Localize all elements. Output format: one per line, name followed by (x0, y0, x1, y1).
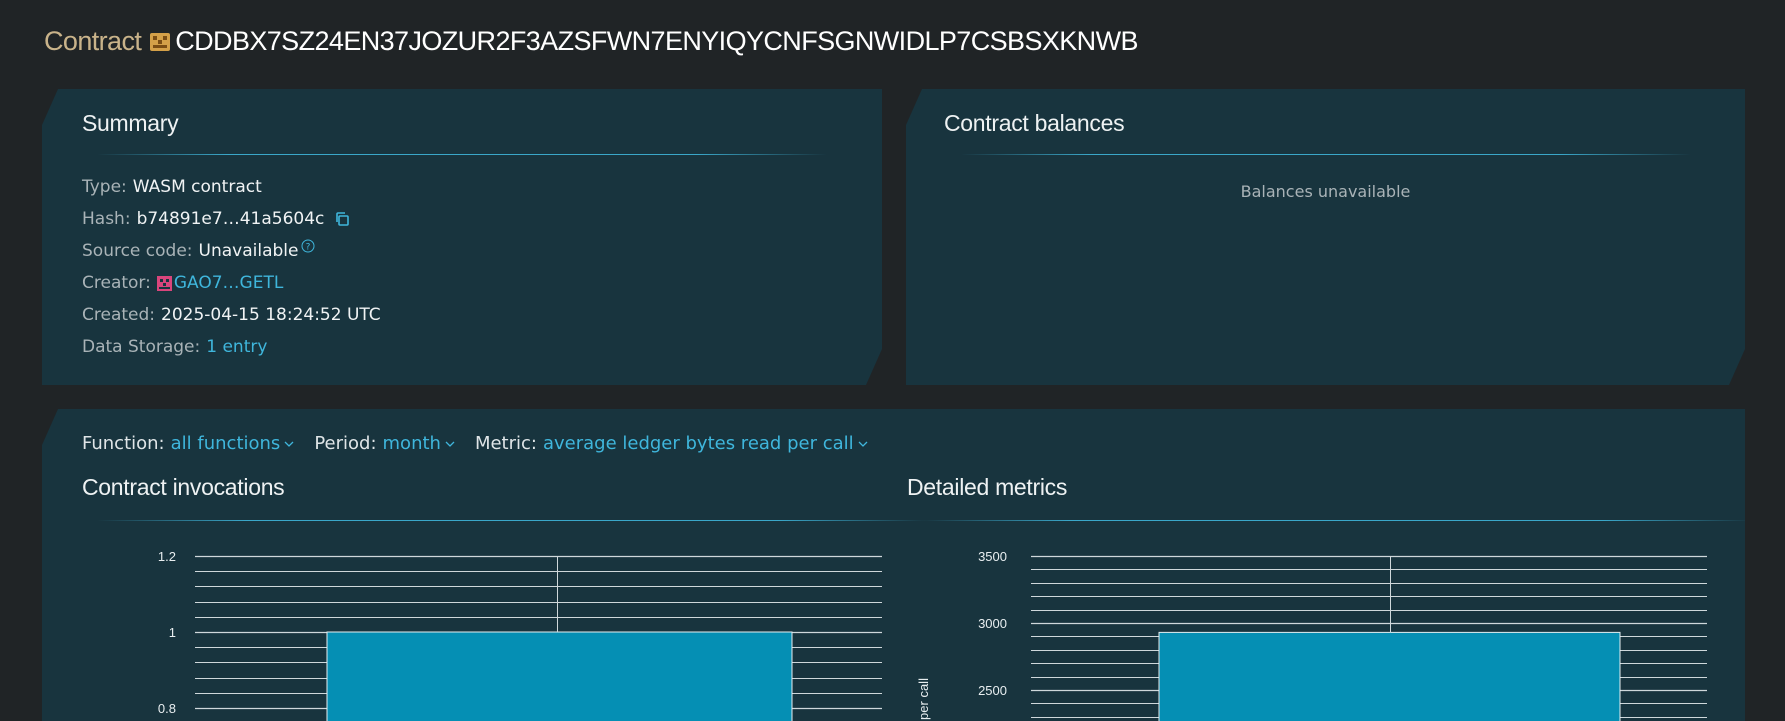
source-label: Source code: (82, 241, 193, 261)
contract-avatar-icon (150, 32, 171, 51)
chevron-down-icon[interactable] (284, 441, 294, 448)
hash-label: Hash: (82, 209, 131, 229)
source-value: Unavailable (198, 241, 299, 261)
y-axis-label: per call (916, 678, 931, 720)
account-avatar-icon (157, 276, 172, 291)
function-filter-value[interactable]: all functions (171, 433, 281, 454)
y-tick-label: 1 (169, 625, 176, 640)
metric-filter[interactable]: Metric: average ledger bytes read per ca… (475, 433, 868, 454)
invocations-chart-title: Contract invocations (82, 474, 285, 500)
analytics-card: Function: all functions Period: month Me… (42, 409, 1745, 721)
summary-divider (97, 154, 827, 155)
summary-card: Summary Type: WASM contract Hash: b74891… (42, 89, 882, 385)
balances-title: Contract balances (944, 110, 1125, 136)
balances-card: Contract balances Balances unavailable (906, 89, 1745, 385)
metrics-divider (922, 520, 1745, 521)
copy-icon[interactable] (334, 211, 350, 227)
type-value: WASM contract (132, 177, 262, 197)
summary-title: Summary (82, 110, 179, 136)
svg-text:?: ? (306, 243, 311, 253)
balances-empty-message: Balances unavailable (1240, 182, 1411, 201)
filters-bar: Function: all functions Period: month Me… (82, 433, 888, 454)
metrics-chart: 2500 3000 3500 per call (916, 549, 1707, 721)
creator-row: Creator: GAO7…GETL (82, 267, 381, 299)
type-label: Type: (82, 177, 127, 197)
chevron-down-icon[interactable] (858, 441, 868, 448)
period-filter-value[interactable]: month (383, 433, 441, 454)
hash-row: Hash: b74891e7…41a5604c (82, 203, 381, 235)
y-tick-label: 1.2 (158, 549, 176, 564)
metrics-chart-title: Detailed metrics (907, 474, 1068, 500)
y-tick-label: 3000 (978, 616, 1007, 631)
bar[interactable] (326, 631, 793, 721)
chevron-down-icon[interactable] (445, 441, 455, 448)
function-filter-label: Function: (82, 433, 165, 454)
help-icon[interactable]: ? (301, 239, 315, 253)
created-row: Created: 2025-04-15 18:24:52 UTC (82, 299, 381, 331)
storage-link[interactable]: 1 entry (206, 331, 267, 363)
function-filter[interactable]: Function: all functions (82, 433, 294, 454)
page-title: Contract CDDBX7SZ24EN37JOZUR2F3AZSFWN7EN… (44, 26, 1138, 57)
invocations-chart: 0.8 1 1.2 (158, 549, 882, 721)
y-tick-label: 2500 (978, 683, 1007, 698)
period-filter-label: Period: (314, 433, 377, 454)
bar[interactable] (1158, 631, 1621, 721)
type-row: Type: WASM contract (82, 171, 381, 203)
y-tick-label: 3500 (978, 549, 1007, 564)
summary-info-list: Type: WASM contract Hash: b74891e7…41a56… (82, 171, 381, 363)
period-filter[interactable]: Period: month (314, 433, 455, 454)
creator-link[interactable]: GAO7…GETL (174, 267, 283, 299)
source-row: Source code: Unavailable ? (82, 235, 381, 267)
storage-label: Data Storage: (82, 337, 201, 357)
page-title-prefix: Contract (44, 26, 142, 56)
balances-divider (961, 154, 1691, 155)
metric-filter-label: Metric: (474, 433, 537, 454)
created-label: Created: (82, 305, 156, 325)
hash-value: b74891e7…41a5604c (136, 209, 325, 229)
contract-address[interactable]: CDDBX7SZ24EN37JOZUR2F3AZSFWN7ENYIQYCNFSG… (175, 26, 1138, 57)
storage-row: Data Storage: 1 entry (82, 331, 381, 363)
metric-filter-value[interactable]: average ledger bytes read per call (543, 433, 854, 454)
y-tick-label: 0.8 (158, 701, 176, 716)
created-value: 2025-04-15 18:24:52 UTC (161, 305, 381, 325)
invocations-divider (97, 520, 927, 521)
creator-label: Creator: (82, 273, 151, 293)
